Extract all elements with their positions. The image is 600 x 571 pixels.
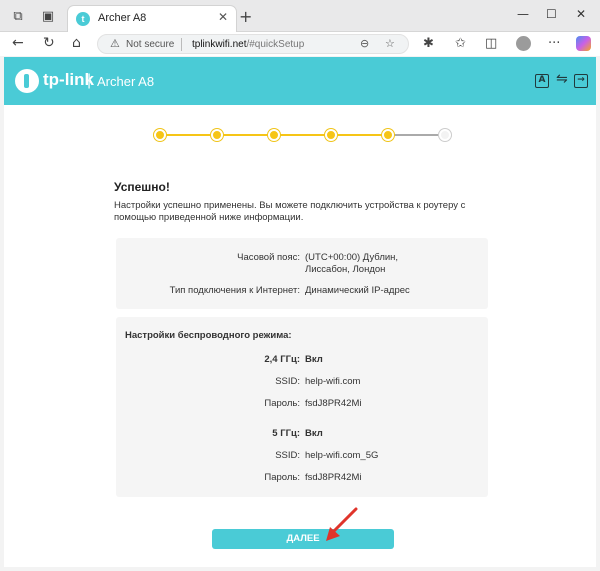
band-24-value: Вкл <box>305 354 323 365</box>
band-5-label: 5 ГГц: <box>272 428 300 439</box>
band-24-label: 2,4 ГГц: <box>264 354 300 365</box>
browser-tab[interactable]: t Archer A8 ✕ <box>67 5 237 32</box>
wireless-title: Настройки беспроводного режима: <box>125 330 292 341</box>
progress-line-remaining <box>387 134 444 136</box>
timezone-value: (UTC+00:00) Дублин, Лиссабон, Лондон <box>305 252 399 275</box>
step-2 <box>211 129 223 141</box>
tp-link-favicon-icon: t <box>76 12 90 26</box>
password-5-value: fsdJ8PR42Mi <box>305 472 362 483</box>
address-bar[interactable]: ⚠ Not secure tplinkwifi.net/#quickSetup … <box>97 34 409 54</box>
tab-title: Archer A8 <box>98 12 147 24</box>
tab-close-icon[interactable]: ✕ <box>218 10 228 24</box>
favorite-star-icon[interactable]: ☆ <box>385 37 395 50</box>
favorites-icon[interactable]: ✩ <box>455 36 466 51</box>
timezone-label: Часовой пояс: <box>237 252 300 263</box>
next-button[interactable]: ДАЛЕЕ <box>212 529 394 549</box>
step-1 <box>154 129 166 141</box>
page-title: Успешно! <box>114 180 170 194</box>
wizard-content: Успешно! Настройки успешно применены. Вы… <box>4 105 596 567</box>
header-divider: | <box>87 72 92 89</box>
progress-steps <box>154 127 454 147</box>
new-tab-button[interactable]: + <box>239 7 252 26</box>
url-host: tplinkwifi.net <box>192 39 247 50</box>
browser-tab-bar: ⧉ ▣ t Archer A8 ✕ + — ☐ ✕ <box>0 0 600 32</box>
home-icon[interactable]: ⌂ <box>72 35 81 51</box>
back-icon[interactable]: ← <box>12 35 24 51</box>
url-divider <box>181 38 182 51</box>
step-4 <box>325 129 337 141</box>
copilot-icon[interactable] <box>576 36 591 51</box>
profile-avatar[interactable] <box>516 36 531 51</box>
ssid-5-value: help-wifi.com_5G <box>305 450 379 461</box>
window-close-button[interactable]: ✕ <box>576 7 586 21</box>
ssid-24-label: SSID: <box>275 376 300 387</box>
tp-link-logo-icon <box>15 69 39 93</box>
workspaces-icon[interactable]: ⧉ <box>10 8 26 24</box>
more-icon[interactable]: ··· <box>548 36 560 51</box>
password-24-label: Пароль: <box>264 398 300 409</box>
browser-toolbar: ← ↻ ⌂ ⚠ Not secure tplinkwifi.net/#quick… <box>0 32 600 56</box>
not-secure-label[interactable]: Not secure <box>126 39 174 50</box>
refresh-icon[interactable]: ↻ <box>43 35 55 51</box>
pointer-arrow-icon <box>326 507 358 541</box>
logout-icon[interactable]: → <box>574 74 588 88</box>
step-5 <box>382 129 394 141</box>
connection-type-label: Тип подключения к Интернет: <box>169 285 300 296</box>
extensions-icon[interactable]: ✱ <box>423 36 434 51</box>
maximize-button[interactable]: ☐ <box>546 7 557 21</box>
step-3 <box>268 129 280 141</box>
warning-icon[interactable]: ⚠ <box>110 37 120 50</box>
ssid-24-value: help-wifi.com <box>305 376 361 387</box>
reader-icon[interactable]: ⊖ <box>360 37 369 50</box>
wireless-panel: Настройки беспроводного режима: 2,4 ГГц:… <box>116 317 488 497</box>
collections-icon[interactable]: ◫ <box>485 36 497 51</box>
reboot-icon[interactable]: ⇋ <box>556 71 568 87</box>
ssid-5-label: SSID: <box>275 450 300 461</box>
tab-actions-icon[interactable]: ▣ <box>40 8 56 24</box>
step-6 <box>439 129 451 141</box>
page-description: Настройки успешно применены. Вы можете п… <box>114 200 466 223</box>
minimize-button[interactable]: — <box>517 7 529 21</box>
summary-panel: Часовой пояс: (UTC+00:00) Дублин, Лиссаб… <box>116 238 488 309</box>
language-icon[interactable]: A <box>535 74 549 88</box>
url-path: /#quickSetup <box>246 39 305 50</box>
model-name: Archer A8 <box>97 74 155 89</box>
router-header: tp-link | Archer A8 A ⇋ → <box>4 57 596 105</box>
url-text[interactable]: tplinkwifi.net/#quickSetup <box>192 39 304 50</box>
band-5-value: Вкл <box>305 428 323 439</box>
password-24-value: fsdJ8PR42Mi <box>305 398 362 409</box>
connection-type-value: Динамический IP-адрес <box>305 285 410 296</box>
password-5-label: Пароль: <box>264 472 300 483</box>
